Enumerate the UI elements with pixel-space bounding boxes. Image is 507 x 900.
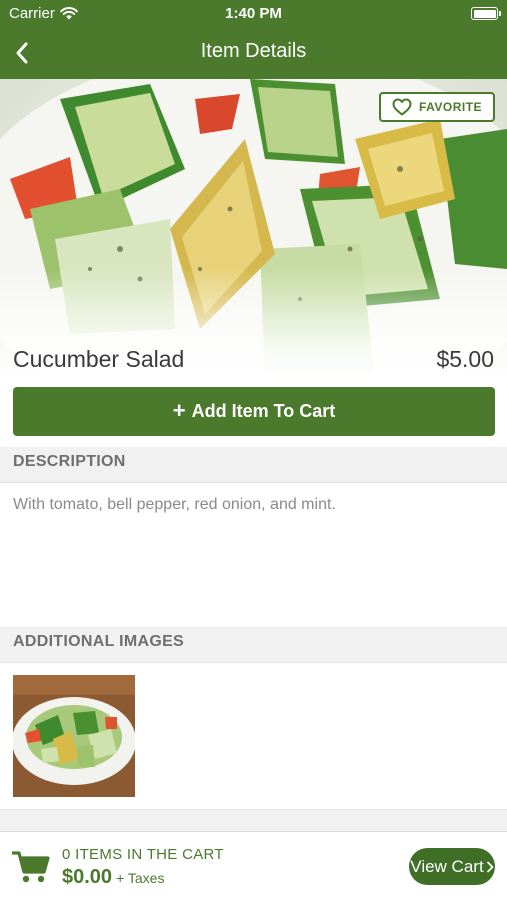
status-time: 1:40 PM bbox=[225, 5, 282, 22]
cart-icon[interactable] bbox=[12, 850, 50, 884]
item-hero-image bbox=[0, 79, 507, 379]
cart-total: $0.00 + Taxes bbox=[62, 866, 164, 889]
item-price: $5.00 bbox=[436, 346, 494, 372]
view-cart-button[interactable]: View Cart bbox=[409, 848, 495, 885]
chevron-right-icon bbox=[486, 861, 494, 872]
item-name: Cucumber Salad bbox=[13, 346, 185, 372]
salad-thumbnail-photo bbox=[13, 675, 135, 797]
battery-icon bbox=[471, 7, 501, 20]
heart-icon bbox=[392, 98, 412, 116]
status-bar: Carrier 1:40 PM bbox=[0, 0, 507, 28]
cart-total-amount: $0.00 bbox=[62, 866, 113, 888]
top-bar: Carrier 1:40 PM Item Details bbox=[0, 0, 507, 79]
description-text: With tomato, bell pepper, red onion, and… bbox=[13, 496, 336, 513]
cart-item-count: 0 ITEMS IN THE CART bbox=[62, 846, 224, 863]
add-to-cart-label: Add Item To Cart bbox=[191, 401, 336, 421]
additional-images-heading: ADDITIONAL IMAGES bbox=[0, 627, 507, 663]
favorite-button[interactable]: FAVORITE bbox=[379, 92, 495, 122]
cart-taxes-label: + Taxes bbox=[116, 870, 165, 886]
cart-bar: 0 ITEMS IN THE CART $0.00 + Taxes View Ca… bbox=[0, 831, 507, 900]
page-title: Item Details bbox=[200, 40, 307, 62]
favorite-label: FAVORITE bbox=[418, 100, 483, 114]
add-to-cart-button[interactable]: + Add Item To Cart bbox=[13, 387, 495, 436]
section-divider bbox=[0, 809, 507, 831]
plus-icon: + bbox=[172, 397, 186, 423]
description-heading: DESCRIPTION bbox=[0, 447, 507, 483]
view-cart-label: View Cart bbox=[410, 856, 484, 876]
nav-bar: Item Details bbox=[0, 30, 507, 76]
additional-image-thumbnail[interactable] bbox=[13, 675, 135, 797]
